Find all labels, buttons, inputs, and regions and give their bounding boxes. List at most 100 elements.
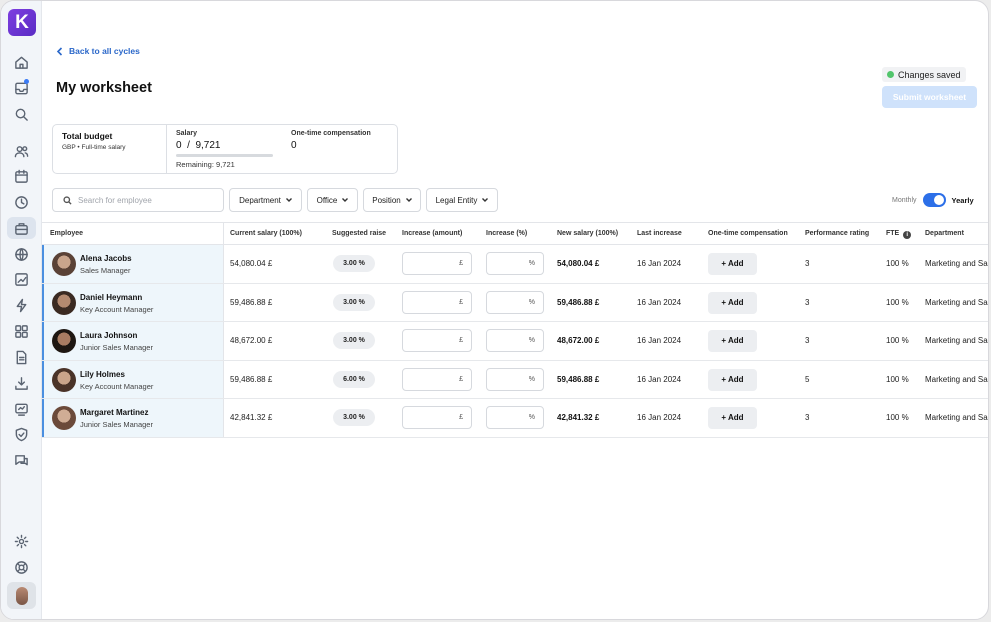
col-increase-pct[interactable]: Increase (%) [486, 230, 527, 237]
employee-avatar [52, 367, 76, 392]
last-increase: 16 Jan 2024 [637, 259, 682, 268]
people-icon[interactable] [9, 140, 33, 162]
table-row[interactable]: Alena Jacobs Sales Manager 54,080.04 £ 3… [42, 245, 988, 284]
globe-icon[interactable] [9, 243, 33, 265]
employee-cell[interactable]: Lily Holmes Key Account Manager [42, 360, 224, 399]
office-filter[interactable]: Office [307, 188, 358, 212]
user-avatar[interactable] [7, 582, 36, 609]
table-row[interactable]: Daniel Heymann Key Account Manager 59,48… [42, 283, 988, 323]
col-employee[interactable]: Employee [50, 230, 83, 237]
col-suggested-raise[interactable]: Suggested raise [332, 230, 386, 237]
notification-dot [24, 79, 29, 84]
current-salary: 54,080.04 £ [230, 259, 273, 268]
col-performance[interactable]: Performance rating [805, 230, 869, 237]
add-one-time-button[interactable]: + Add [708, 253, 757, 275]
add-one-time-button[interactable]: + Add [708, 330, 757, 353]
home-icon[interactable] [9, 51, 33, 73]
back-link[interactable]: Back to all cycles [56, 46, 140, 56]
current-salary: 59,486.88 £ [230, 297, 273, 307]
onetime-budget-label: One-time compensation [291, 130, 371, 137]
increase-pct-input[interactable]: % [486, 329, 544, 353]
col-new-salary[interactable]: New salary (100%) [557, 230, 618, 237]
col-current-salary[interactable]: Current salary (100%) [230, 230, 302, 237]
employee-role: Junior Sales Manager [80, 420, 153, 430]
performance-rating: 3 [805, 413, 810, 423]
employee-search[interactable] [52, 188, 224, 212]
suggested-raise-pill[interactable]: 3.00 % [333, 332, 375, 350]
increase-pct-input[interactable]: % [486, 367, 544, 391]
add-one-time-button[interactable]: + Add [708, 291, 757, 314]
inbox-icon[interactable] [9, 77, 33, 99]
total-budget-label: Total budget [62, 131, 113, 141]
info-icon[interactable]: i [903, 231, 912, 239]
saved-status-badge: Changes saved [882, 67, 966, 82]
onetime-budget-value: 0 [291, 140, 297, 151]
chevron-down-icon [342, 198, 349, 202]
increase-amount-input[interactable]: £ [402, 290, 472, 314]
help-icon[interactable] [9, 556, 33, 578]
submit-worksheet-button[interactable]: Submit worksheet [882, 86, 977, 108]
employee-name: Margaret Martinez [80, 408, 149, 418]
employee-cell[interactable]: Laura Johnson Junior Sales Manager [42, 322, 224, 360]
last-increase: 16 Jan 2024 [637, 374, 682, 384]
yearly-label[interactable]: Yearly [952, 196, 974, 205]
position-filter-label: Position [372, 195, 401, 205]
increase-amount-input[interactable]: £ [402, 329, 472, 353]
apps-icon[interactable] [9, 320, 33, 342]
monthly-label[interactable]: Monthly [892, 197, 917, 204]
col-increase-amount[interactable]: Increase (amount) [402, 230, 462, 237]
shield-icon[interactable] [9, 423, 33, 445]
chat-icon[interactable] [9, 449, 33, 471]
fte-value: 100 % [886, 374, 909, 384]
increase-amount-input[interactable]: £ [402, 367, 472, 391]
increase-amount-input[interactable]: £ [402, 406, 472, 430]
table-row[interactable]: Margaret Martinez Junior Sales Manager 4… [42, 399, 988, 438]
suggested-raise-pill[interactable]: 6.00 % [333, 370, 375, 388]
last-increase: 16 Jan 2024 [637, 336, 682, 346]
table-row[interactable]: Laura Johnson Junior Sales Manager 48,67… [42, 322, 988, 361]
office-filter-label: Office [316, 195, 338, 205]
download-icon[interactable] [9, 372, 33, 394]
suggested-raise-pill[interactable]: 3.00 % [333, 255, 375, 272]
increase-pct-input[interactable]: % [486, 406, 544, 430]
department-filter[interactable]: Department [229, 188, 302, 212]
search-icon[interactable] [9, 103, 33, 125]
add-one-time-button[interactable]: + Add [708, 368, 757, 391]
col-department[interactable]: Department [925, 230, 964, 237]
calendar-icon[interactable] [9, 165, 33, 187]
col-one-time[interactable]: One-time compensation [708, 230, 788, 237]
add-one-time-button[interactable]: + Add [708, 407, 757, 430]
chevron-down-icon [482, 198, 489, 202]
document-icon[interactable] [9, 346, 33, 368]
employee-avatar [52, 290, 76, 315]
employee-cell[interactable]: Alena Jacobs Sales Manager [42, 245, 224, 283]
suggested-raise-pill[interactable]: 3.00 % [333, 409, 375, 427]
employee-cell[interactable]: Margaret Martinez Junior Sales Manager [42, 399, 224, 437]
employee-cell[interactable]: Daniel Heymann Key Account Manager [42, 283, 224, 322]
increase-amount-input[interactable]: £ [402, 252, 472, 275]
review-icon[interactable] [9, 398, 33, 420]
fte-value: 100 % [886, 336, 909, 346]
bolt-icon[interactable] [9, 294, 33, 316]
logo[interactable]: K [8, 9, 36, 36]
legal-entity-filter[interactable]: Legal Entity [426, 188, 498, 212]
salary-budget-label: Salary [176, 130, 198, 137]
compensation-icon[interactable] [7, 217, 36, 239]
increase-pct-input[interactable]: % [486, 290, 544, 314]
suggested-raise-pill[interactable]: 3.00 % [333, 293, 375, 311]
onetime-budget-section: One-time compensation 0 [282, 125, 397, 173]
position-filter[interactable]: Position [363, 188, 421, 212]
employee-name: Alena Jacobs [80, 254, 132, 263]
settings-icon[interactable] [9, 530, 33, 552]
col-fte[interactable]: FTE i [886, 230, 912, 239]
table-row[interactable]: Lily Holmes Key Account Manager 59,486.8… [42, 360, 988, 400]
increase-pct-input[interactable]: % [486, 252, 544, 275]
col-last-increase[interactable]: Last increase [637, 230, 682, 237]
search-input[interactable] [78, 195, 218, 205]
saved-status-label: Changes saved [898, 69, 961, 80]
monthly-yearly-switch[interactable] [922, 193, 946, 207]
department-value: Marketing and Sa [925, 259, 988, 268]
chart-icon[interactable] [9, 268, 33, 290]
clock-icon[interactable] [9, 191, 33, 213]
employee-name: Lily Holmes [80, 369, 125, 379]
